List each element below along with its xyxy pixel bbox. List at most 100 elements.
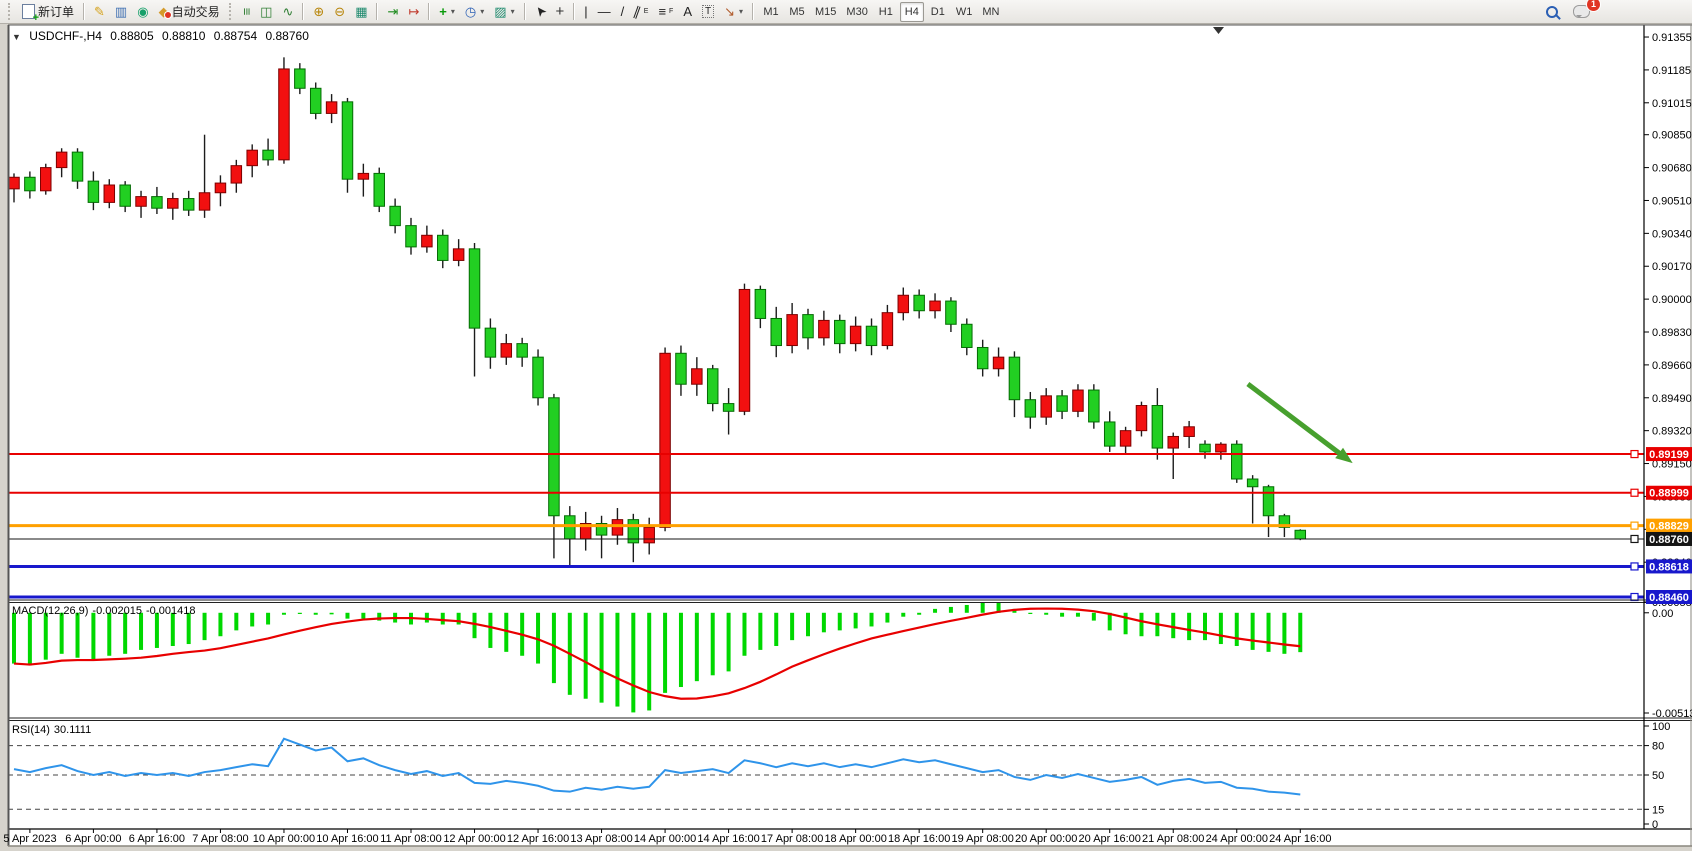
auto-scroll-icon: ⇥ <box>387 5 398 18</box>
periods-button[interactable]: ◷▾ <box>461 2 488 22</box>
svg-text:20 Apr 00:00: 20 Apr 00:00 <box>1015 833 1077 845</box>
search-button[interactable] <box>1542 2 1562 22</box>
hline-handle[interactable] <box>1631 594 1638 601</box>
timeframe-m15-button[interactable]: M15 <box>811 2 840 22</box>
line-chart-icon: ∿ <box>282 5 293 18</box>
bar-chart-icon: ≡ <box>240 8 253 16</box>
tile-windows-icon: ▦ <box>355 5 367 18</box>
auto-trading-button[interactable]: ◆ 自动交易 <box>155 2 224 22</box>
candlestick-type-button[interactable]: ◫ <box>256 2 276 22</box>
toolbar-separator <box>376 3 378 20</box>
svg-text:17 Apr 08:00: 17 Apr 08:00 <box>761 833 823 845</box>
new-order-icon: + <box>22 4 35 19</box>
toolbar-separator <box>83 3 85 20</box>
hline-handle[interactable] <box>1631 522 1638 529</box>
signal-button[interactable]: ◉ <box>133 2 152 22</box>
auto-trading-icon: ◆ <box>159 5 169 18</box>
text-tool-button[interactable]: A <box>679 2 696 22</box>
horizontal-line-icon: — <box>598 5 611 18</box>
new-chart-button[interactable]: ▥ <box>111 2 131 22</box>
channel-tool-button[interactable]: ∥E <box>630 2 652 22</box>
chart-window[interactable]: 0.913550.911850.910150.908500.906800.905… <box>0 0 1692 851</box>
collapse-triangle-icon[interactable]: ▼ <box>12 32 21 42</box>
svg-text:0.90680: 0.90680 <box>1652 163 1692 175</box>
toolbar-separator <box>752 3 754 20</box>
templates-icon: ▨ <box>494 5 506 18</box>
crosshair-tool-button[interactable]: + <box>551 2 568 22</box>
timeframe-h4-button[interactable]: H4 <box>900 2 924 22</box>
cursor-tool-button[interactable]: ➤ <box>531 2 550 22</box>
svg-text:0.88829: 0.88829 <box>1649 521 1689 533</box>
svg-text:14 Apr 16:00: 14 Apr 16:00 <box>697 833 759 845</box>
svg-text:10 Apr 00:00: 10 Apr 00:00 <box>253 833 315 845</box>
svg-text:15: 15 <box>1652 804 1664 816</box>
trendline-icon: / <box>621 5 625 18</box>
hline-handle[interactable] <box>1631 489 1638 496</box>
chart-shift-icon: ↦ <box>408 5 419 18</box>
toolbar-separator <box>428 3 430 20</box>
signal-icon: ◉ <box>137 5 148 18</box>
new-order-button[interactable]: + 新订单 <box>18 2 78 22</box>
svg-text:19 Apr 08:00: 19 Apr 08:00 <box>951 833 1013 845</box>
svg-text:6 Apr 16:00: 6 Apr 16:00 <box>129 833 185 845</box>
auto-scroll-button[interactable]: ⇥ <box>383 2 402 22</box>
pencil-icon: ✎ <box>94 5 105 18</box>
svg-text:80: 80 <box>1652 741 1664 753</box>
line-chart-type-button[interactable]: ∿ <box>278 2 297 22</box>
svg-text:11 Apr 08:00: 11 Apr 08:00 <box>380 833 442 845</box>
equidistant-channel-icon: ∥ <box>632 4 643 18</box>
chevron-down-icon: ▾ <box>739 7 743 16</box>
timeframe-m30-button[interactable]: M30 <box>842 2 871 22</box>
timeframe-d1-button[interactable]: D1 <box>926 2 950 22</box>
zoom-in-button[interactable]: ⊕ <box>309 2 328 22</box>
svg-text:20 Apr 16:00: 20 Apr 16:00 <box>1079 833 1141 845</box>
fibonacci-icon: ≡ <box>658 5 666 18</box>
svg-text:13 Apr 08:00: 13 Apr 08:00 <box>570 833 632 845</box>
symbol-name: USDCHF-,H4 <box>29 29 102 43</box>
mt4-application: + 新订单 ✎ ▥ ◉ ◆ 自动交易 ≡ ◫ ∿ ⊕ ⊖ ▦ ⇥ ↦ +▾ ◷▾… <box>0 0 1692 851</box>
zoom-in-icon: ⊕ <box>313 5 324 18</box>
chevron-down-icon: ▾ <box>451 7 455 16</box>
new-order-label: 新订单 <box>38 3 74 20</box>
hline-handle[interactable] <box>1631 535 1638 542</box>
toolbar-separator <box>524 3 526 20</box>
timeframe-mn-button[interactable]: MN <box>978 2 1003 22</box>
svg-text:0.89830: 0.89830 <box>1652 327 1692 339</box>
fibonacci-tool-button[interactable]: ≡F <box>654 2 677 22</box>
periods-clock-icon: ◷ <box>465 5 476 18</box>
vertical-line-icon: | <box>584 5 587 18</box>
svg-text:0.89320: 0.89320 <box>1652 426 1692 438</box>
ohlc-low: 0.88754 <box>214 29 257 43</box>
zoom-out-icon: ⊖ <box>334 5 345 18</box>
timeframe-m1-button[interactable]: M1 <box>759 2 783 22</box>
svg-text:21 Apr 08:00: 21 Apr 08:00 <box>1142 833 1204 845</box>
chart-symbol-header[interactable]: ▼ USDCHF-,H4 0.88805 0.88810 0.88754 0.8… <box>12 29 314 43</box>
indicators-button[interactable]: +▾ <box>435 2 459 22</box>
svg-text:0.88760: 0.88760 <box>1649 534 1689 546</box>
hline-handle[interactable] <box>1631 563 1638 570</box>
svg-text:-0.00513: -0.00513 <box>1652 708 1692 720</box>
vertical-line-tool-button[interactable]: | <box>580 2 591 22</box>
indicators-icon: + <box>439 5 447 18</box>
cursor-icon: ➤ <box>532 3 549 20</box>
chat-button[interactable]: 1 <box>1569 2 1594 22</box>
pencil-button[interactable]: ✎ <box>90 2 109 22</box>
timeframe-m5-button[interactable]: M5 <box>785 2 809 22</box>
ohlc-high: 0.88810 <box>162 29 205 43</box>
hline-handle[interactable] <box>1631 451 1638 458</box>
chart-background <box>8 25 1692 846</box>
bar-chart-type-button[interactable]: ≡ <box>239 2 255 22</box>
horizontal-line-tool-button[interactable]: — <box>594 2 615 22</box>
chart-shift-button[interactable]: ↦ <box>404 2 423 22</box>
tile-windows-button[interactable]: ▦ <box>351 2 371 22</box>
svg-text:6 Apr 00:00: 6 Apr 00:00 <box>65 833 121 845</box>
timeframe-w1-button[interactable]: W1 <box>952 2 977 22</box>
templates-button[interactable]: ▨▾ <box>490 2 518 22</box>
zoom-out-button[interactable]: ⊖ <box>330 2 349 22</box>
timeframe-h1-button[interactable]: H1 <box>874 2 898 22</box>
text-label-tool-button[interactable]: T <box>698 2 718 22</box>
trendline-tool-button[interactable]: / <box>617 2 629 22</box>
svg-text:0.89490: 0.89490 <box>1652 393 1692 405</box>
crosshair-icon: + <box>555 5 564 18</box>
arrows-tool-button[interactable]: ↘▾ <box>720 2 747 22</box>
